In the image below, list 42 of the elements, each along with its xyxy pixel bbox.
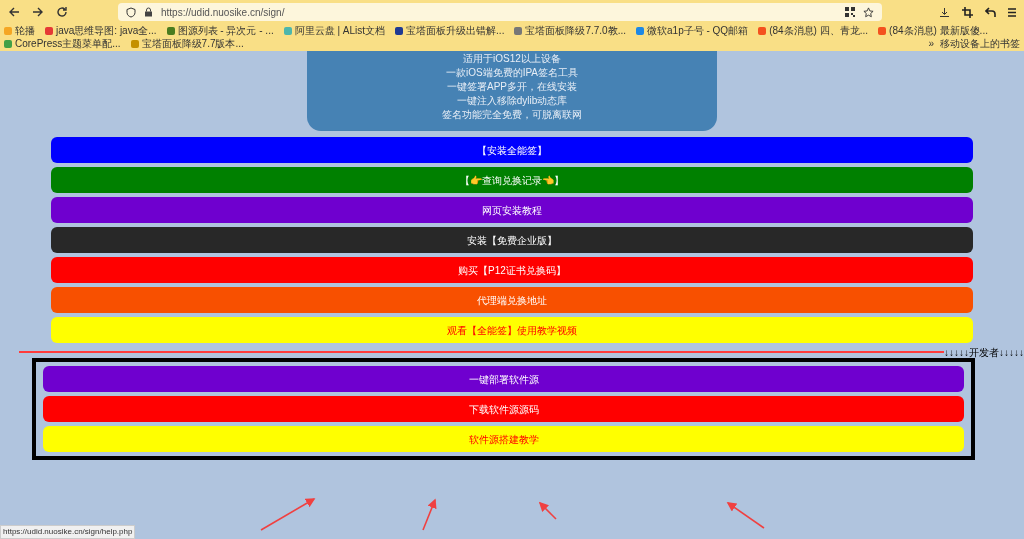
- bookmark-item[interactable]: 微软a1p子号 - QQ邮箱: [647, 24, 749, 37]
- bookmark-item[interactable]: 宝塔面板降级7.7.0教...: [525, 24, 626, 37]
- bookmark-item[interactable]: 宝塔面板升级出错解...: [406, 24, 505, 37]
- url-text: https://udid.nuosike.cn/sign/: [161, 5, 286, 20]
- bookmark-item[interactable]: 轮播: [15, 24, 35, 37]
- lock-icon: [144, 7, 153, 17]
- intro-line: 一键注入移除dylib动态库: [456, 94, 568, 107]
- link-button[interactable]: 【👉查询兑换记录👈】: [51, 167, 973, 193]
- back-icon[interactable]: [8, 6, 20, 18]
- bookmark-item[interactable]: 图源列表 - 异次元 - ...: [177, 24, 274, 37]
- star-icon[interactable]: [863, 6, 874, 18]
- bookmark-item[interactable]: java思维导图: java全...: [56, 24, 157, 37]
- intro-line: 适用于iOS12以上设备: [463, 52, 561, 65]
- bookmark-item[interactable]: 宝塔面板降级7.7版本...: [141, 37, 244, 50]
- qr-code-icon[interactable]: [845, 7, 855, 17]
- undo-icon[interactable]: [985, 6, 996, 18]
- link-button[interactable]: 【安装全能签】: [51, 137, 973, 163]
- link-button[interactable]: 安装【免费企业版】: [51, 227, 973, 253]
- link-button[interactable]: 软件源搭建教学: [43, 426, 964, 452]
- intro-line: 签名功能完全免费，可脱离联网: [442, 108, 582, 121]
- developer-heading: ↓↓↓↓↓开发者↓↓↓↓↓: [944, 345, 1024, 360]
- reload-icon[interactable]: [56, 6, 68, 18]
- link-button[interactable]: 购买【P12证书兑换码】: [51, 257, 973, 283]
- overflow-chevron[interactable]: »: [928, 37, 934, 50]
- bookmark-item[interactable]: CorePress主题菜单配...: [15, 37, 121, 50]
- forward-icon[interactable]: [32, 6, 44, 18]
- address-bar[interactable]: https://udid.nuosike.cn/sign/: [118, 3, 882, 21]
- shield-icon: [126, 6, 136, 18]
- intro-line: 一键签署APP多开，在线安装: [447, 80, 577, 93]
- menu-icon[interactable]: [1008, 6, 1016, 18]
- status-bar-url: https://udid.nuosike.cn/sign/help.php: [0, 525, 136, 539]
- bookmark-item[interactable]: 阿里云盘 | AList文档: [294, 24, 386, 37]
- link-button[interactable]: 下载软件源源码: [43, 396, 964, 422]
- link-button[interactable]: 一键部署软件源: [43, 366, 964, 392]
- bookmark-item[interactable]: (84条消息) 四、青龙...: [769, 24, 869, 37]
- link-button[interactable]: 网页安装教程: [51, 197, 973, 223]
- mobile-bookmarks[interactable]: 移动设备上的书签: [940, 37, 1020, 50]
- bookmark-item[interactable]: (84条消息) 最新版傻...: [889, 24, 988, 37]
- link-button[interactable]: 观看【全能签】使用教学视频: [51, 317, 973, 343]
- crop-icon[interactable]: [962, 6, 973, 18]
- download-icon[interactable]: [939, 6, 950, 18]
- intro-line: 一款iOS端免费的IPA签名工具: [445, 66, 578, 79]
